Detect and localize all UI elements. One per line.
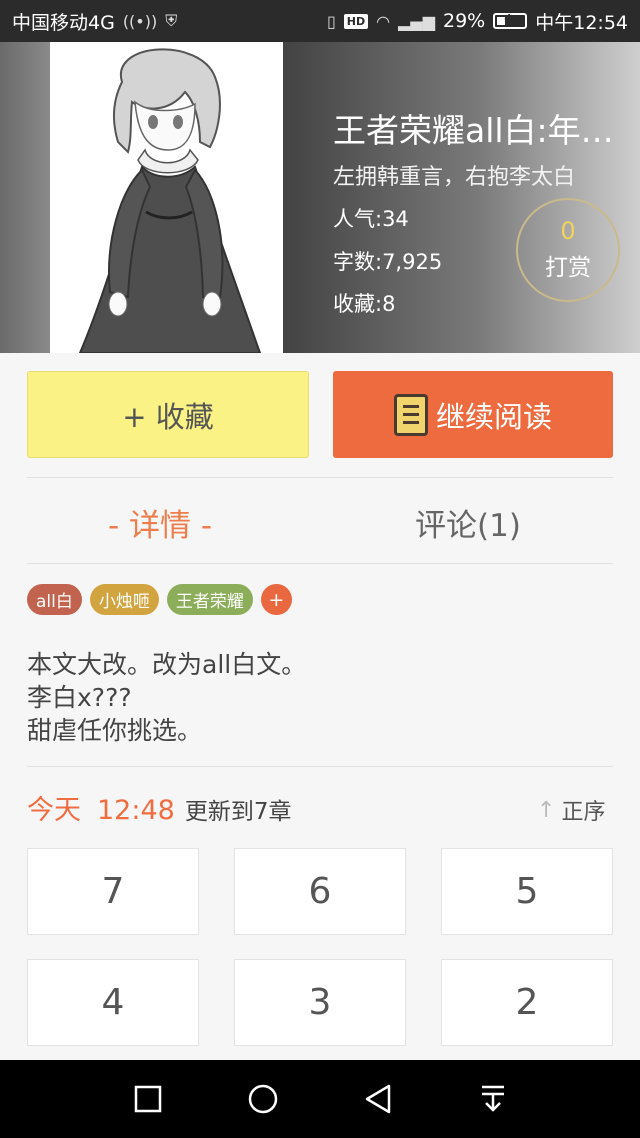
divider (27, 477, 613, 478)
word-count: 字数:7,925 (333, 250, 443, 274)
tip-label: 打赏 (545, 255, 591, 282)
description-line: 本文大改。改为all白文。 (27, 650, 307, 679)
recent-apps-button[interactable] (124, 1075, 172, 1123)
chapter-button[interactable]: 3 (234, 959, 406, 1046)
sort-order-label: 正序 (561, 800, 606, 825)
update-text: 更新到7章 (184, 799, 292, 825)
chapter-button[interactable]: 2 (441, 959, 613, 1046)
tag-list: all白 小烛咂 王者荣耀 + (27, 584, 292, 615)
continue-reading-button[interactable]: 继续阅读 (333, 371, 613, 458)
divider (27, 563, 613, 564)
add-favorite-label: + 收藏 (122, 399, 214, 434)
chapter-button[interactable]: 6 (234, 848, 406, 935)
circle-icon (248, 1084, 277, 1114)
header-backdrop (0, 42, 50, 353)
chapter-button[interactable]: 5 (441, 848, 613, 935)
vibrate-icon: ▯ (326, 11, 336, 31)
shield-icon: ⛨ (165, 11, 178, 30)
popularity-count: 人气:34 (333, 207, 409, 231)
divider (27, 766, 613, 767)
cell-signal-icon: ▂▄▆ (398, 11, 435, 31)
battery-icon: + (493, 11, 528, 29)
tip-button[interactable]: 0 打赏 (516, 198, 620, 302)
book-title: 王者荣耀all白:年… (333, 111, 614, 150)
home-button[interactable] (239, 1075, 287, 1123)
wifi-icon: ◠ (376, 11, 391, 31)
book-icon (393, 393, 428, 436)
book-subtitle: 左拥韩重言，右抱李太白 (333, 165, 576, 190)
add-favorite-button[interactable]: + 收藏 (27, 371, 309, 458)
signal-wifi-icon: ((•)) (122, 11, 158, 31)
system-nav-bar (0, 1060, 640, 1138)
status-bar: 中国移动4G ((•)) ⛨ ▯ HD ◠ ▂▄▆ 29% + 中午12:54 (0, 0, 640, 42)
cover-illustration (50, 42, 283, 353)
tag-chip[interactable]: 小烛咂 (89, 584, 159, 615)
arrow-up-icon: ↑ (537, 797, 556, 823)
favorites-count: 收藏:8 (333, 292, 396, 316)
square-icon (134, 1085, 161, 1113)
pull-down-icon (481, 1085, 504, 1112)
tab-comments[interactable]: 评论(1) (415, 500, 521, 545)
book-header: 王者荣耀all白:年… 左拥韩重言，右抱李太白 人气:34 字数:7,925 收… (0, 42, 640, 353)
book-cover[interactable] (50, 42, 283, 353)
tag-chip[interactable]: 王者荣耀 (166, 584, 253, 615)
update-day: 今天 (27, 795, 81, 826)
tip-count: 0 (560, 216, 576, 245)
back-triangle-icon (365, 1084, 390, 1114)
description-line: 李白x??? (27, 683, 132, 712)
back-button[interactable] (354, 1075, 402, 1123)
clock: 中午12:54 (535, 11, 628, 34)
chapter-button[interactable]: 7 (27, 848, 199, 935)
description-line: 甜虐任你挑选。 (27, 716, 203, 745)
update-info: 今天 12:48 更新到7章 (27, 788, 291, 827)
battery-percent: 29% (443, 10, 486, 32)
tab-details[interactable]: - 详情 - (108, 500, 212, 545)
update-time: 12:48 (97, 795, 175, 826)
book-description: 本文大改。改为all白文。 李白x??? 甜虐任你挑选。 (27, 648, 306, 747)
hd-icon: HD (343, 13, 369, 29)
notification-drawer-button[interactable] (469, 1075, 517, 1123)
continue-reading-label: 继续阅读 (435, 399, 552, 434)
chapter-button[interactable]: 4 (27, 959, 199, 1046)
tag-chip[interactable]: all白 (27, 584, 82, 615)
add-tag-button[interactable]: + (260, 584, 292, 615)
carrier-label: 中国移动4G (12, 11, 115, 34)
sort-order-button[interactable]: ↑ 正序 (537, 794, 605, 826)
